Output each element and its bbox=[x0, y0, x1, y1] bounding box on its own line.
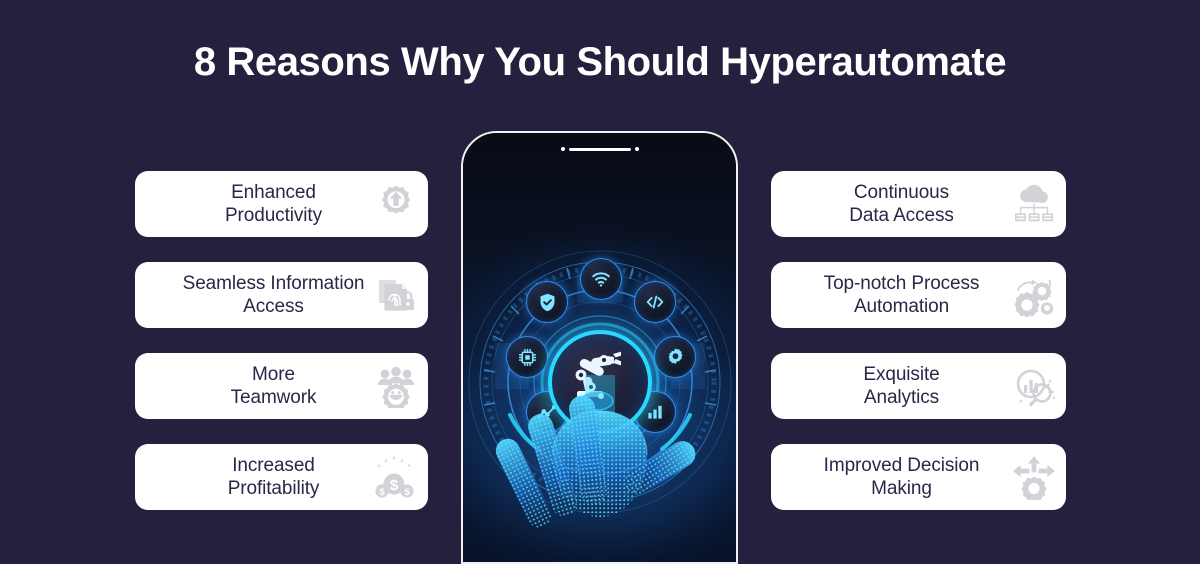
card-label-line1: Seamless Information bbox=[182, 273, 365, 294]
reason-card-continuous-data-access[interactable]: Continuous Data Access bbox=[771, 171, 1066, 237]
card-label-line2: Productivity bbox=[224, 205, 322, 226]
card-label: More Teamwork bbox=[135, 353, 428, 419]
sensor-dot-left bbox=[560, 147, 565, 151]
gear-icon bbox=[654, 336, 696, 378]
card-label-line1: Continuous bbox=[853, 182, 950, 203]
earpiece-bar bbox=[568, 147, 631, 151]
digital-wireframe-hand bbox=[475, 375, 725, 562]
camera-dot-right bbox=[634, 147, 639, 151]
cpu-chip-icon bbox=[506, 336, 548, 378]
infographic-root: 8 Reasons Why You Should Hyperautomate E… bbox=[0, 0, 1200, 564]
phone-illustration bbox=[461, 131, 738, 564]
reason-card-enhanced-productivity[interactable]: Enhanced Productivity bbox=[135, 171, 428, 237]
wifi-icon bbox=[580, 258, 622, 300]
phone-screen bbox=[463, 133, 736, 562]
card-label: Seamless Information Access bbox=[135, 262, 428, 328]
card-label: Enhanced Productivity bbox=[135, 171, 428, 237]
reason-card-exquisite-analytics[interactable]: Exquisite Analytics bbox=[771, 353, 1066, 419]
card-label-line1: Enhanced bbox=[231, 182, 316, 203]
card-label-line1: Exquisite bbox=[863, 364, 940, 385]
card-label-line2: Automation bbox=[853, 296, 950, 317]
card-label-line2: Analytics bbox=[863, 387, 940, 408]
code-brackets-icon bbox=[634, 281, 676, 323]
shield-check-icon bbox=[526, 281, 568, 323]
reason-card-improved-decision-making[interactable]: Improved Decision Making bbox=[771, 444, 1066, 510]
card-label-line2: Teamwork bbox=[230, 387, 317, 408]
card-label: Exquisite Analytics bbox=[771, 353, 1066, 419]
card-label-line2: Profitability bbox=[227, 478, 320, 499]
card-label-line2: Data Access bbox=[849, 205, 954, 226]
reason-card-more-teamwork[interactable]: More Teamwork bbox=[135, 353, 428, 419]
reason-card-increased-profitability[interactable]: Increased Profitability $ $ $ bbox=[135, 444, 428, 510]
card-label-line2: Making bbox=[871, 478, 932, 499]
card-label-line1: Improved Decision bbox=[823, 455, 980, 476]
card-label: Improved Decision Making bbox=[771, 444, 1066, 510]
phone-speaker bbox=[560, 147, 639, 151]
card-label: Top-notch Process Automation bbox=[771, 262, 1066, 328]
card-label-line1: Increased bbox=[232, 455, 315, 476]
card-label-line1: Top-notch Process bbox=[823, 273, 980, 294]
card-label-line1: More bbox=[252, 364, 295, 385]
page-title: 8 Reasons Why You Should Hyperautomate bbox=[193, 40, 1007, 84]
card-label-line2: Access bbox=[243, 296, 304, 317]
reason-card-top-notch-process-automation[interactable]: Top-notch Process Automation bbox=[771, 262, 1066, 328]
card-label: Increased Profitability bbox=[135, 444, 428, 510]
reason-card-seamless-information-access[interactable]: Seamless Information Access bbox=[135, 262, 428, 328]
card-label: Continuous Data Access bbox=[771, 171, 1066, 237]
